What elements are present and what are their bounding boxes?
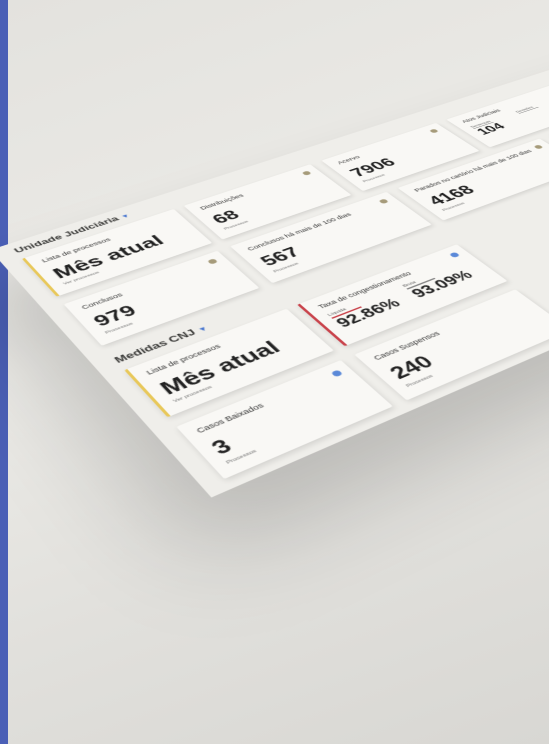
card-value: 3: [206, 435, 238, 460]
decisoes-label: Decisões: [515, 104, 539, 114]
bruta-stat: Bruta 93.09%: [401, 264, 478, 301]
info-icon[interactable]: [448, 251, 461, 258]
info-icon[interactable]: [429, 128, 439, 134]
card-value: 567: [256, 244, 305, 270]
info-icon[interactable]: [301, 170, 312, 176]
card-title: Distribuições: [198, 192, 246, 211]
info-icon[interactable]: [533, 144, 544, 150]
decisoes-stat: Decisões: [515, 104, 539, 114]
card-atos-judiciais[interactable]: Atos Judiciais Sentenças 104 Decisões: [446, 81, 549, 148]
info-icon[interactable]: [330, 369, 344, 378]
chevron-down-icon[interactable]: ▼: [196, 325, 210, 333]
dashboard-plane: Unidade Judiciária▼ Lista de processos M…: [0, 36, 549, 498]
sentencas-stat: Sentenças 104: [469, 119, 510, 137]
info-icon[interactable]: [207, 258, 219, 265]
card-title: Casos Baixados: [194, 401, 266, 435]
dashboard-perspective-stage: Unidade Judiciária▼ Lista de processos M…: [0, 0, 549, 744]
info-icon[interactable]: [378, 198, 390, 205]
chevron-down-icon[interactable]: ▼: [119, 213, 131, 220]
bruta-value: 93.09%: [407, 268, 478, 301]
